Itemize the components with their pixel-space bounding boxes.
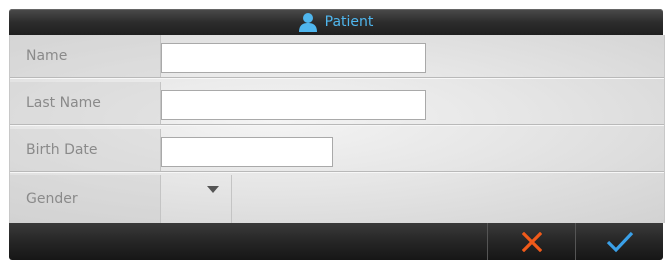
dialog-title: Patient: [9, 9, 663, 35]
birth-date-label-cell: Birth Date: [10, 129, 161, 171]
gender-row: Gender: [10, 175, 664, 223]
chevron-down-icon[interactable]: [207, 186, 219, 193]
gender-label: Gender: [26, 191, 78, 207]
gender-select[interactable]: [161, 175, 232, 223]
patient-form: Name Last Name Birth Date Gender: [9, 35, 665, 223]
checkmark-icon: [606, 231, 634, 252]
name-label: Name: [26, 48, 68, 64]
last-name-label: Last Name: [26, 95, 101, 111]
last-name-row: Last Name: [10, 82, 664, 125]
close-icon: [522, 231, 542, 252]
birth-date-row: Birth Date: [10, 129, 664, 172]
name-row: Name: [10, 35, 664, 78]
title-bar: Patient: [9, 9, 663, 35]
last-name-label-cell: Last Name: [10, 82, 161, 124]
confirm-button[interactable]: [575, 223, 664, 260]
action-bar: [9, 223, 663, 260]
patient-dialog: Patient Name Last Name Birth Date Gender: [0, 0, 672, 262]
name-label-cell: Name: [10, 35, 161, 77]
gender-label-cell: Gender: [10, 175, 161, 223]
name-input[interactable]: [161, 43, 426, 73]
dialog-title-text: Patient: [324, 14, 374, 30]
cancel-button[interactable]: [487, 223, 576, 260]
birth-date-label: Birth Date: [26, 142, 98, 158]
last-name-input[interactable]: [161, 90, 426, 120]
person-icon: [298, 13, 317, 32]
birth-date-input[interactable]: [161, 137, 333, 167]
